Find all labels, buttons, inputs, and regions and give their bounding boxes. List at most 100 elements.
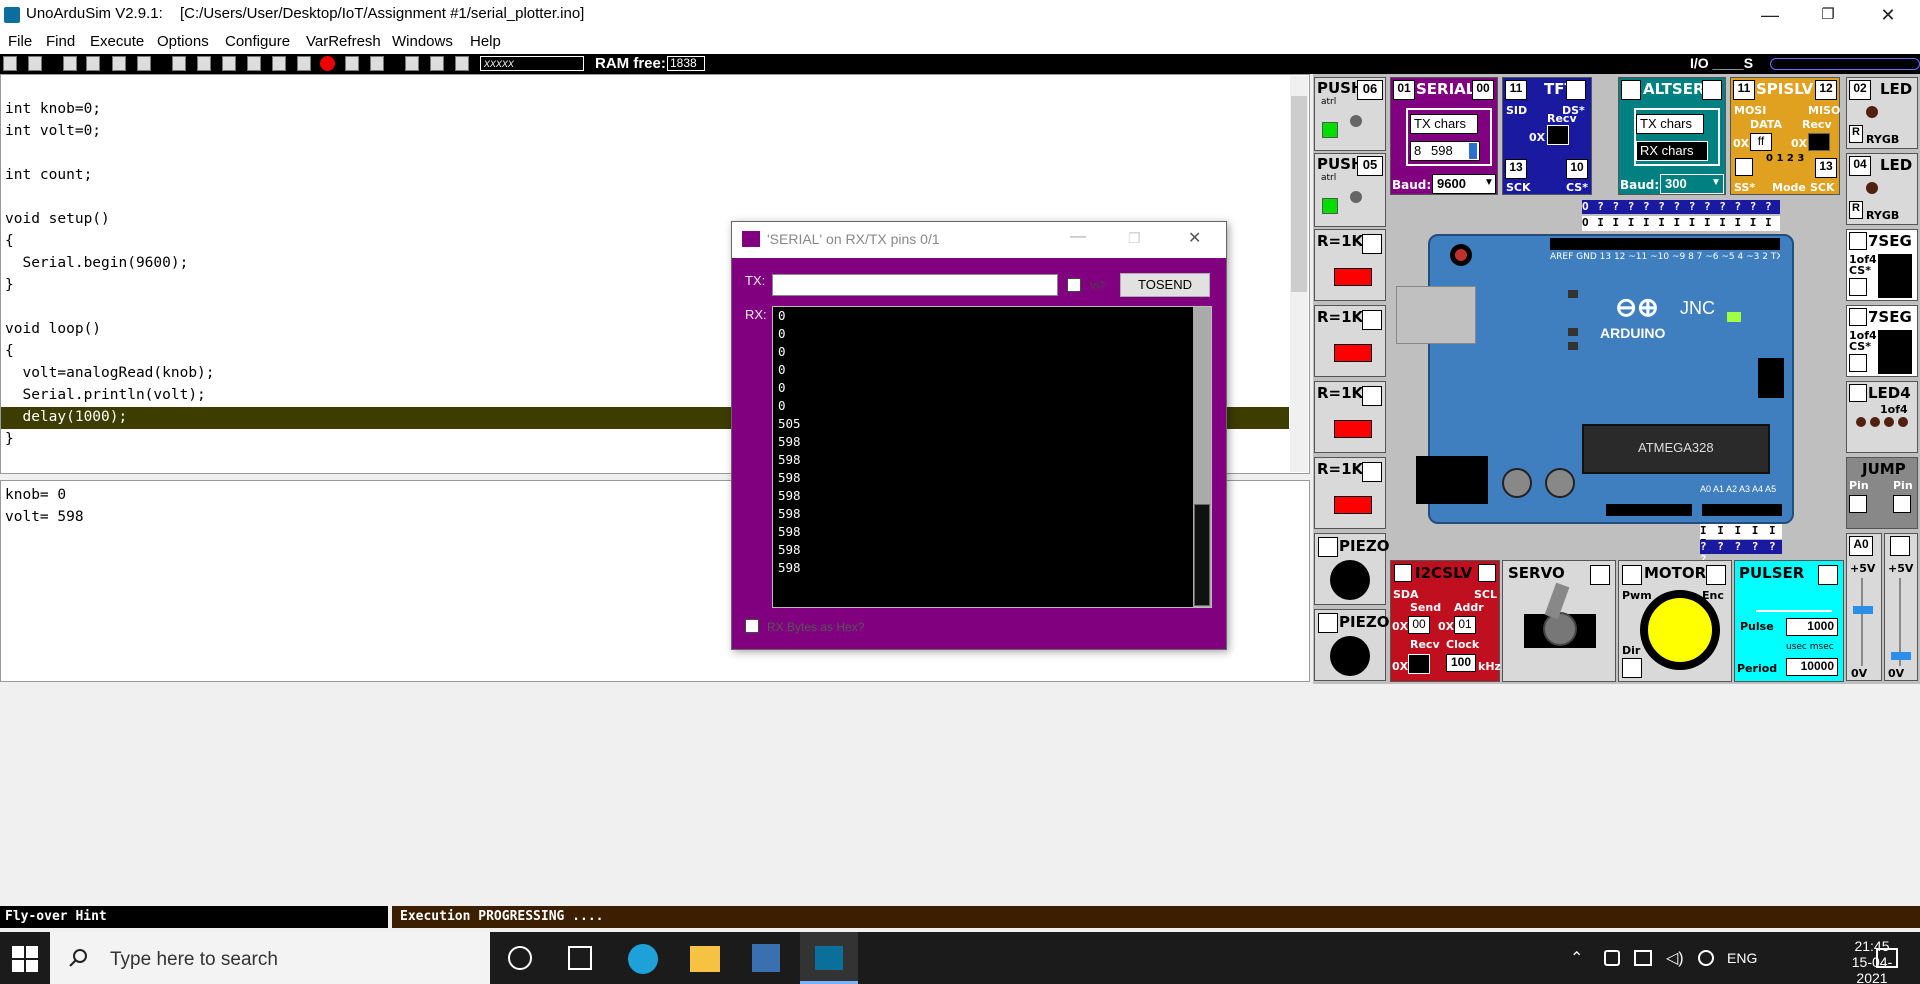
motor-pin-pwm[interactable]: [1622, 565, 1642, 585]
text-prev-icon[interactable]: [405, 56, 419, 71]
push-pin[interactable]: 06: [1357, 80, 1383, 100]
serial-pin-tx[interactable]: 01: [1393, 80, 1415, 100]
resistor-pin[interactable]: [1362, 386, 1382, 406]
resistor-pin[interactable]: [1362, 310, 1382, 330]
wifi-icon[interactable]: [1698, 950, 1714, 966]
resistor-slider[interactable]: [1334, 268, 1372, 286]
spislv-data-value[interactable]: ff: [1750, 133, 1772, 151]
download-icon[interactable]: [345, 56, 359, 71]
run-icon[interactable]: [197, 56, 211, 71]
open-icon[interactable]: [3, 56, 17, 71]
tft-pin-ds[interactable]: [1566, 80, 1586, 100]
motor-pin-dir[interactable]: [1622, 658, 1642, 678]
run-to-icon[interactable]: [172, 56, 186, 71]
minimize-button[interactable]: —: [1742, 0, 1798, 30]
variable-knob[interactable]: knob= 0: [5, 487, 66, 503]
led4-pin[interactable]: [1849, 384, 1867, 402]
i2cslv-pin-sda[interactable]: [1394, 564, 1412, 582]
i2cslv-clock-value[interactable]: 100: [1446, 654, 1476, 672]
maximize-button[interactable]: ❐: [1800, 0, 1856, 30]
resistor-pin[interactable]: [1362, 234, 1382, 254]
text-next-icon[interactable]: [430, 56, 444, 71]
tx-input[interactable]: [772, 274, 1058, 296]
seven-seg-cs-pin[interactable]: [1849, 354, 1867, 372]
find-input[interactable]: xxxxx: [480, 56, 584, 71]
led-pin[interactable]: 02: [1849, 80, 1871, 100]
resistor-slider[interactable]: [1334, 344, 1372, 362]
help-icon[interactable]: [370, 56, 384, 71]
serial-close-button[interactable]: ✕: [1188, 228, 1201, 248]
led-r-button[interactable]: R: [1849, 201, 1863, 219]
menu-find[interactable]: Find: [46, 33, 75, 50]
servo-pin[interactable]: [1590, 565, 1610, 585]
chevron-up-icon[interactable]: ⌃: [1570, 948, 1583, 968]
pulser-units[interactable]: usec msec: [1786, 642, 1834, 652]
serial-minimize-button[interactable]: —: [1070, 228, 1086, 246]
i2cslv-addr-value[interactable]: 01: [1454, 616, 1476, 634]
jump-pin-1[interactable]: [1849, 495, 1867, 513]
motor-pin-enc[interactable]: [1706, 565, 1726, 585]
store-icon[interactable]: [752, 944, 780, 972]
tosend-button[interactable]: TOSEND: [1120, 273, 1210, 297]
spislv-pin-miso[interactable]: 12: [1815, 80, 1837, 100]
analog-thumb[interactable]: [1891, 652, 1911, 660]
newline-checkbox[interactable]: [1067, 278, 1081, 292]
menu-execute[interactable]: Execute: [90, 33, 144, 50]
analog-thumb[interactable]: [1853, 606, 1873, 614]
altser-tx-chars[interactable]: TX chars: [1636, 114, 1704, 134]
step-over-func-icon[interactable]: [137, 56, 151, 71]
resistor-slider[interactable]: [1334, 420, 1372, 438]
seven-seg-pin[interactable]: [1849, 308, 1867, 326]
animate-icon[interactable]: [272, 56, 286, 71]
volume-icon[interactable]: ◁): [1666, 948, 1684, 968]
pulser-pin[interactable]: [1818, 565, 1838, 585]
reset-icon[interactable]: [247, 56, 261, 71]
serial-maximize-button[interactable]: ❐: [1128, 230, 1141, 247]
save-icon[interactable]: [28, 56, 42, 71]
rx-output[interactable]: [772, 306, 1212, 608]
code-scroll-thumb[interactable]: [1291, 96, 1307, 292]
network-icon[interactable]: [1604, 950, 1620, 966]
altser-rx-chars[interactable]: RX chars: [1636, 141, 1708, 161]
i2cslv-send-value[interactable]: 00: [1408, 616, 1430, 634]
slow-icon[interactable]: [297, 56, 311, 71]
menu-configure[interactable]: Configure: [225, 33, 290, 50]
resistor-pin[interactable]: [1362, 462, 1382, 482]
spislv-pin-sck[interactable]: 13: [1815, 158, 1837, 178]
stop-icon[interactable]: [320, 56, 335, 71]
seven-seg-cs-pin[interactable]: [1849, 278, 1867, 296]
push-switch-icon[interactable]: [1350, 115, 1362, 127]
windows-start-icon[interactable]: [12, 946, 38, 972]
led-r-button[interactable]: R: [1849, 125, 1863, 143]
piezo-pin[interactable]: [1318, 613, 1338, 633]
push-switch-icon[interactable]: [1350, 191, 1362, 203]
analog-pin[interactable]: A0: [1849, 536, 1873, 556]
edge-icon[interactable]: [628, 944, 658, 974]
tft-pin-cs[interactable]: 10: [1566, 159, 1588, 179]
serial-pin-rx[interactable]: 00: [1472, 80, 1494, 100]
seven-seg-pin[interactable]: [1849, 232, 1867, 250]
step-back-icon[interactable]: [63, 56, 77, 71]
resistor-slider[interactable]: [1334, 496, 1372, 514]
step-into-func-icon[interactable]: [112, 56, 126, 71]
led-pin[interactable]: 04: [1849, 156, 1871, 176]
cortana-icon[interactable]: [508, 946, 532, 970]
servo-horn-icon[interactable]: [1543, 612, 1577, 646]
task-view-icon[interactable]: [568, 946, 592, 970]
rx-hex-checkbox[interactable]: [745, 619, 759, 633]
push-pin[interactable]: 05: [1357, 156, 1383, 176]
spislv-pin-mosi[interactable]: 11: [1733, 80, 1755, 100]
menu-options[interactable]: Options: [157, 33, 209, 50]
notifications-icon[interactable]: [1876, 948, 1898, 968]
rx-scroll-thumb[interactable]: [1194, 504, 1210, 606]
halt-icon[interactable]: [222, 56, 236, 71]
jump-pin-2[interactable]: [1893, 495, 1911, 513]
pulser-period-value[interactable]: 10000: [1786, 658, 1838, 676]
display-icon[interactable]: [1634, 950, 1652, 966]
variable-volt[interactable]: volt= 598: [5, 509, 84, 525]
close-button[interactable]: ✕: [1860, 0, 1916, 30]
altser-pin-rx[interactable]: [1702, 80, 1722, 100]
piezo-pin[interactable]: [1318, 537, 1338, 557]
language-indicator[interactable]: ENG: [1727, 950, 1757, 966]
analog-pin[interactable]: [1890, 536, 1910, 556]
